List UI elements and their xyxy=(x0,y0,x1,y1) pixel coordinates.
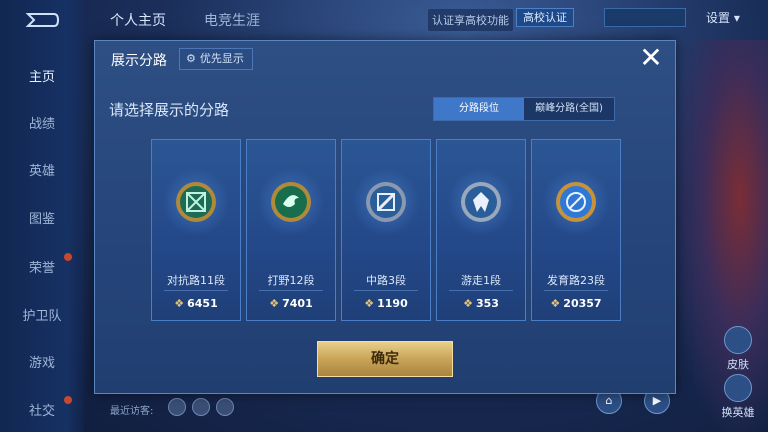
visitor-avatar[interactable] xyxy=(168,398,186,416)
skin-button[interactable]: 皮肤 xyxy=(718,326,758,372)
confirm-button[interactable]: 确定 xyxy=(317,341,453,377)
settings-button[interactable]: 设置 ▾ xyxy=(706,9,740,26)
sidebar-item-label: 战绩 xyxy=(28,117,55,132)
lane-score: ❖ 353 xyxy=(437,297,525,310)
lane-card-mid[interactable]: 中路3段 ❖ 1190 xyxy=(341,139,431,321)
divider xyxy=(259,290,323,291)
chevron-down-icon: ▾ xyxy=(733,11,740,25)
priority-display-button[interactable]: ⚙ 优先显示 xyxy=(179,48,253,70)
roam-emblem-icon xyxy=(461,182,501,222)
lane-score: ❖ 6451 xyxy=(152,297,240,310)
verify-hint[interactable]: 认证享高校功能 xyxy=(428,9,513,31)
back-logo-icon[interactable] xyxy=(24,10,60,30)
lane-score: ❖ 20357 xyxy=(532,297,620,310)
sidebar-item-codex[interactable]: 图鉴 xyxy=(0,208,84,227)
lane-score-value: 1190 xyxy=(377,297,408,310)
select-lane-prompt: 请选择展示的分路 xyxy=(109,101,230,119)
sidebar-item-games[interactable]: 游戏 xyxy=(0,352,84,371)
lane-name: 打野12段 xyxy=(267,274,315,287)
change-hero-icon xyxy=(724,374,752,402)
visitor-avatar[interactable] xyxy=(192,398,210,416)
sidebar-item-label: 荣誉 xyxy=(28,261,55,276)
tab-esports-career[interactable]: 电竞生涯 xyxy=(204,10,260,30)
lane-score: ❖ 1190 xyxy=(342,297,430,310)
lane-score-value: 7401 xyxy=(282,297,313,310)
tab-profile[interactable]: 个人主页 xyxy=(110,10,166,30)
lane-card-jungle[interactable]: 打野12段 ❖ 7401 xyxy=(246,139,336,321)
divider xyxy=(449,290,513,291)
recent-visitors-label: 最近访客: xyxy=(110,406,154,417)
sidebar-item-honor[interactable]: 荣誉 xyxy=(0,253,84,276)
change-hero-label: 换英雄 xyxy=(721,406,755,419)
mid-lane-emblem-icon xyxy=(366,182,406,222)
divider xyxy=(354,290,418,291)
dialog-header: 展示分路 ⚙ 优先显示 ✕ xyxy=(95,41,675,75)
show-lane-dialog: 展示分路 ⚙ 优先显示 ✕ 请选择展示的分路 分路段位 巅峰分路(全国) 对抗路1… xyxy=(94,40,676,394)
diamond-icon: ❖ xyxy=(463,297,473,310)
university-verify-button[interactable]: 高校认证 xyxy=(516,8,574,27)
notification-dot xyxy=(64,396,72,404)
lane-score-value: 20357 xyxy=(563,297,602,310)
sidebar-item-heroes[interactable]: 英雄 xyxy=(0,160,84,179)
priority-label: 优先显示 xyxy=(199,52,244,65)
lane-card-top[interactable]: 对抗路11段 ❖ 6451 xyxy=(151,139,241,321)
gear-icon: ⚙ xyxy=(186,52,196,65)
sidebar-item-label: 英雄 xyxy=(28,164,55,179)
lane-name: 游走1段 xyxy=(461,274,501,287)
divider xyxy=(164,290,228,291)
segment-lane-rank[interactable]: 分路段位 xyxy=(434,98,524,120)
skin-label: 皮肤 xyxy=(727,358,749,371)
skin-icon xyxy=(724,326,752,354)
lane-card-roam[interactable]: 游走1段 ❖ 353 xyxy=(436,139,526,321)
diamond-icon: ❖ xyxy=(269,297,280,310)
change-hero-button[interactable]: 换英雄 xyxy=(718,374,758,420)
lane-name: 发育路23段 xyxy=(547,274,605,287)
close-icon[interactable]: ✕ xyxy=(637,44,665,73)
lane-score: ❖ 7401 xyxy=(247,297,335,310)
status-indicator xyxy=(604,8,686,27)
visitor-avatar[interactable] xyxy=(216,398,234,416)
settings-label: 设置 xyxy=(706,11,731,25)
sidebar-item-label: 主页 xyxy=(28,70,55,85)
jungle-emblem-icon xyxy=(271,182,311,222)
divider xyxy=(544,290,608,291)
top-lane-emblem-icon xyxy=(176,182,216,222)
sidebar-item-home[interactable]: 主页 xyxy=(0,66,84,85)
sidebar-item-label: 游戏 xyxy=(28,356,55,371)
lane-name: 对抗路11段 xyxy=(167,274,225,287)
segment-peak-lane[interactable]: 巅峰分路(全国) xyxy=(524,98,614,120)
sidebar-item-label: 图鉴 xyxy=(28,212,55,227)
segment-control: 分路段位 巅峰分路(全国) xyxy=(433,97,615,121)
lane-name: 中路3段 xyxy=(366,274,406,287)
lane-score-value: 353 xyxy=(475,297,499,310)
dialog-title: 展示分路 xyxy=(111,53,167,69)
sidebar: 主页 战绩 英雄 图鉴 荣誉 护卫队 游戏 社交 xyxy=(0,0,84,432)
diamond-icon: ❖ xyxy=(174,297,185,310)
diamond-icon: ❖ xyxy=(550,297,561,310)
lane-score-value: 6451 xyxy=(187,297,218,310)
diamond-icon: ❖ xyxy=(364,297,375,310)
lane-card-farm[interactable]: 发育路23段 ❖ 20357 xyxy=(531,139,621,321)
sidebar-item-label: 护卫队 xyxy=(22,309,62,324)
farm-lane-emblem-icon xyxy=(556,182,596,222)
sidebar-item-guard[interactable]: 护卫队 xyxy=(0,305,84,324)
sidebar-item-records[interactable]: 战绩 xyxy=(0,113,84,132)
sidebar-item-label: 社交 xyxy=(28,404,55,419)
sidebar-item-social[interactable]: 社交 xyxy=(0,396,84,419)
notification-dot xyxy=(64,253,72,261)
